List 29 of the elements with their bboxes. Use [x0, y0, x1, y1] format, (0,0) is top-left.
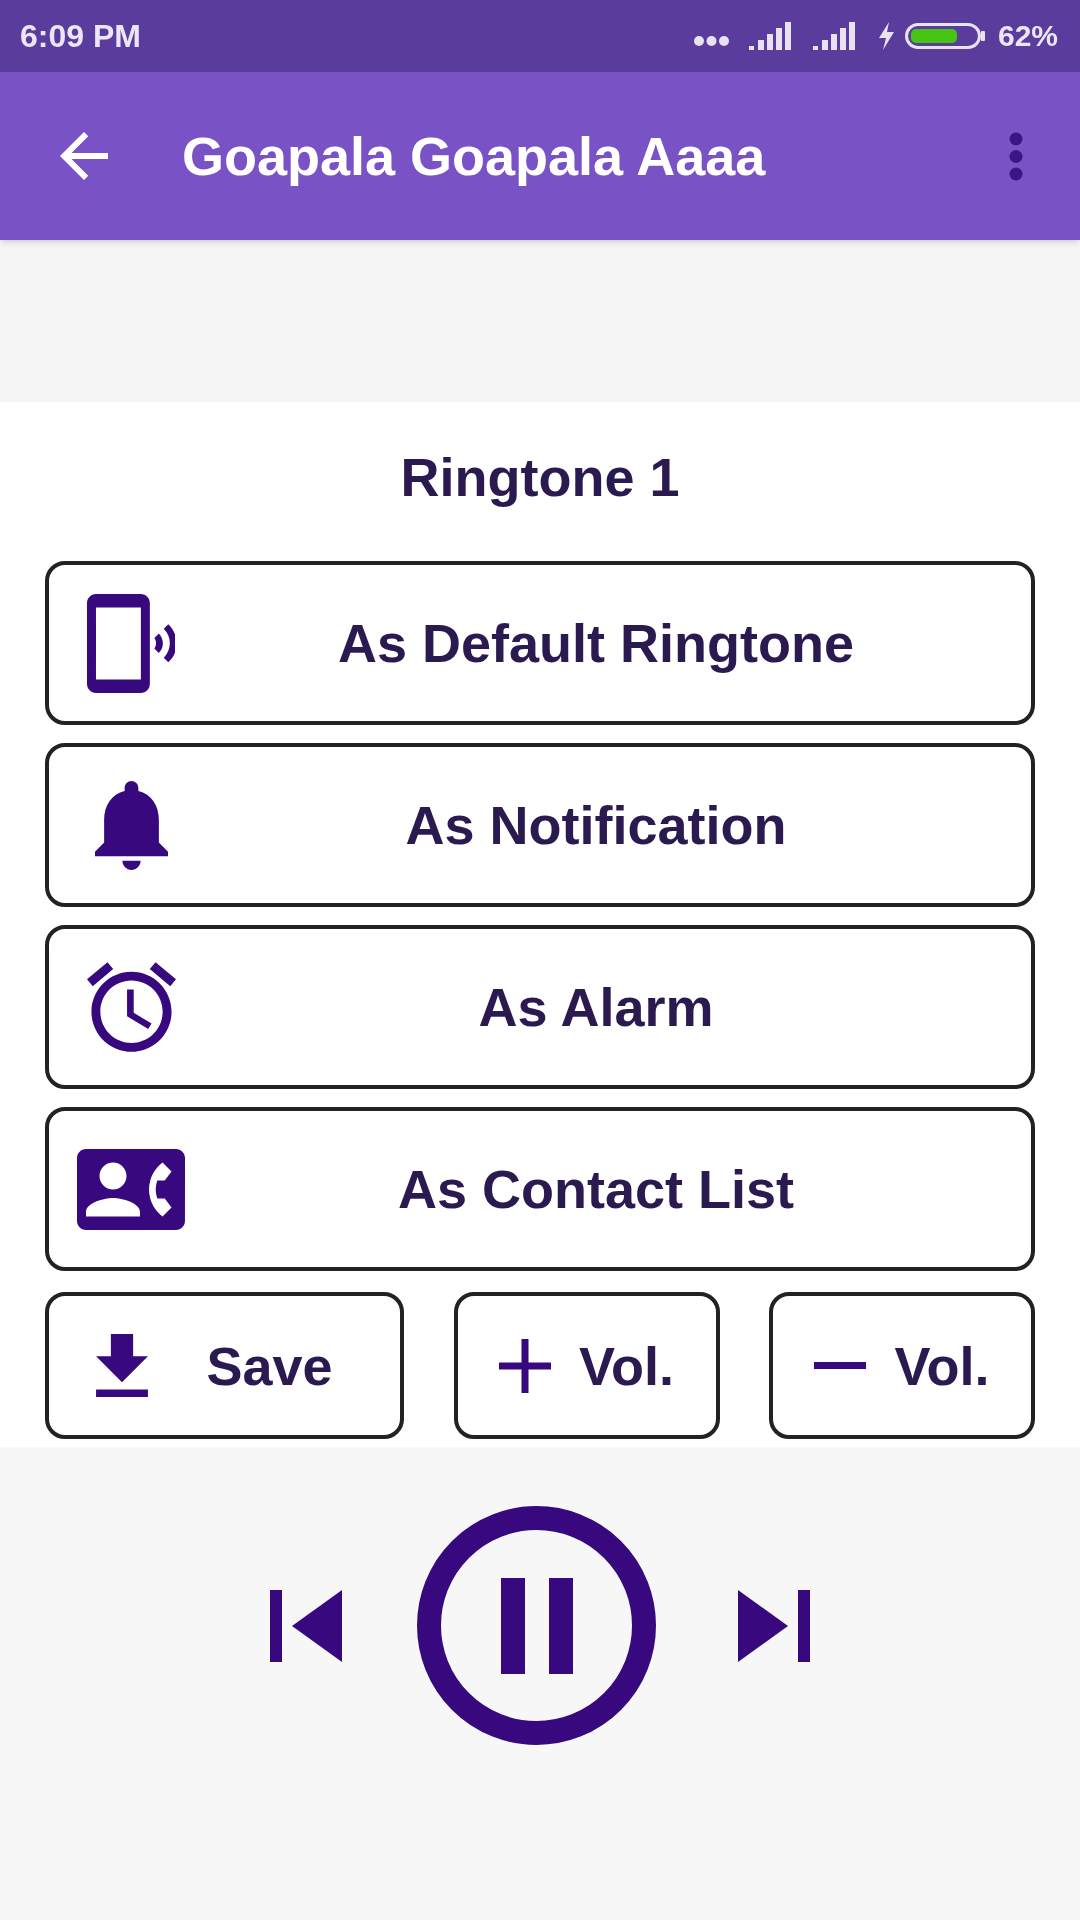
skip-next-icon	[738, 1589, 810, 1662]
skip-previous-icon	[270, 1589, 342, 1662]
back-arrow-icon	[60, 132, 108, 180]
action-button[interactable]: Save	[45, 1292, 404, 1439]
ringtone-title: Ringtone 1	[400, 446, 680, 509]
previous-track-button[interactable]	[270, 1589, 342, 1662]
download-icon	[96, 1334, 149, 1397]
battery-icon	[904, 23, 985, 49]
signal-icon	[812, 22, 856, 50]
kebab-menu-icon	[1009, 131, 1023, 181]
set-as-button[interactable]: As Contact List	[45, 1107, 1035, 1271]
plus-icon	[499, 1338, 551, 1393]
action-button[interactable]: Vol.	[453, 1292, 720, 1439]
minus-icon	[814, 1362, 867, 1369]
set-as-button[interactable]: As Default Ringtone	[45, 561, 1035, 725]
signal-icon	[748, 22, 792, 50]
more-dots-icon	[693, 36, 729, 46]
set-as-button[interactable]: As Notification	[45, 743, 1035, 907]
phone-ring-icon	[87, 593, 175, 693]
set-as-button[interactable]: As Alarm	[45, 925, 1035, 1089]
contact-card-icon	[77, 1148, 185, 1230]
status-time: 6:09 PM	[20, 20, 141, 52]
play-pause-button[interactable]	[417, 1506, 656, 1745]
charging-bolt-icon	[878, 22, 894, 50]
action-button[interactable]: Vol.	[769, 1292, 1035, 1439]
next-track-button[interactable]	[738, 1589, 810, 1662]
alarm-clock-icon	[86, 962, 176, 1052]
battery-percent: 62%	[997, 21, 1058, 51]
bell-icon	[94, 780, 168, 870]
